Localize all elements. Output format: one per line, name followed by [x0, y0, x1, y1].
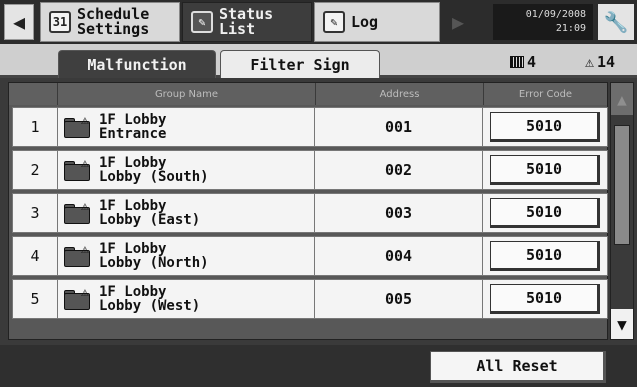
- log-icon: ✎: [323, 11, 345, 33]
- unit-grid-icon: [510, 56, 524, 68]
- error-code-button[interactable]: 5010: [490, 112, 600, 142]
- error-code-cell: 5010: [483, 108, 607, 146]
- scroll-up-icon[interactable]: ▲: [611, 83, 633, 115]
- tab-malfunction[interactable]: Malfunction: [58, 50, 216, 78]
- schedule-settings-label: Schedule Settings: [77, 5, 150, 38]
- table-row[interactable]: 3 ⚠ 1F Lobby Lobby (East) 003 5010: [12, 193, 608, 233]
- group-name-cell: ⚠ 1F Lobby Lobby (South): [58, 151, 315, 189]
- table-row[interactable]: 2 ⚠ 1F Lobby Lobby (South) 002 5010: [12, 150, 608, 190]
- group-folder-warning-icon: ⚠: [64, 285, 94, 311]
- group-name-cell: ⚠ 1F Lobby Lobby (East): [58, 194, 315, 232]
- log-label: Log: [351, 12, 379, 31]
- back-arrow-icon[interactable]: ◀: [4, 4, 34, 40]
- table-row[interactable]: 5 ⚠ 1F Lobby Lobby (West) 005 5010: [12, 279, 608, 319]
- row-number: 2: [13, 151, 58, 189]
- error-code-button[interactable]: 5010: [490, 284, 600, 314]
- table-row[interactable]: 1 ⚠ 1F Lobby Entrance 001 5010: [12, 107, 608, 147]
- forward-arrow-icon[interactable]: ▶: [443, 4, 473, 40]
- scroll-down-icon[interactable]: ▼: [611, 309, 633, 339]
- error-code-cell: 5010: [483, 151, 607, 189]
- scrollbar[interactable]: ▲ ▼: [610, 82, 634, 340]
- calendar-icon: 31: [49, 11, 71, 33]
- warning-count: ⚠ 14: [585, 53, 615, 71]
- all-reset-button[interactable]: All Reset: [430, 351, 606, 383]
- status-list-button[interactable]: ✎ Status List: [182, 2, 312, 42]
- group-folder-warning-icon: ⚠: [64, 242, 94, 268]
- header-error-code: Error Code: [518, 88, 573, 100]
- group-name-cell: ⚠ 1F Lobby Lobby (North): [58, 237, 315, 275]
- error-code-cell: 5010: [483, 194, 607, 232]
- malfunction-table: Group Name Address Error Code 1 ⚠ 1F Lob…: [8, 82, 608, 340]
- group-name: Lobby (North): [99, 255, 209, 271]
- error-code-button[interactable]: 5010: [490, 198, 600, 228]
- header-number: [9, 83, 58, 105]
- tab-row: Malfunction Filter Sign 4 ⚠ 14: [0, 44, 637, 78]
- header-address: Address: [316, 83, 484, 105]
- group-floor: 1F Lobby: [99, 241, 167, 257]
- unit-count: 4: [510, 53, 536, 71]
- group-floor: 1F Lobby: [99, 112, 167, 128]
- address-cell: 003: [315, 194, 483, 232]
- group-name: Lobby (South): [99, 169, 209, 185]
- group-folder-warning-icon: ⚠: [64, 113, 94, 139]
- row-number: 5: [13, 280, 58, 318]
- address-cell: 004: [315, 237, 483, 275]
- group-folder-warning-icon: ⚠: [64, 199, 94, 225]
- group-floor: 1F Lobby: [99, 284, 167, 300]
- group-name: Lobby (East): [99, 212, 201, 228]
- footer-bar: All Reset: [0, 345, 637, 387]
- header-group-name: Group Name: [58, 83, 316, 105]
- group-name: Lobby (West): [99, 298, 201, 314]
- error-code-button[interactable]: 5010: [490, 241, 600, 271]
- scroll-thumb[interactable]: [614, 125, 630, 245]
- error-code-button[interactable]: 5010: [490, 155, 600, 185]
- address-cell: 005: [315, 280, 483, 318]
- status-list-label: Status List: [219, 5, 274, 38]
- row-number: 3: [13, 194, 58, 232]
- table-header: Group Name Address Error Code: [9, 83, 607, 105]
- warning-count-value: 14: [597, 53, 616, 71]
- unit-count-value: 4: [527, 53, 537, 71]
- tab-filter-sign[interactable]: Filter Sign: [220, 50, 380, 78]
- log-button[interactable]: ✎ Log: [314, 2, 440, 42]
- error-code-cell: 5010: [483, 237, 607, 275]
- address-cell: 002: [315, 151, 483, 189]
- group-floor: 1F Lobby: [99, 155, 167, 171]
- schedule-settings-button[interactable]: 31 Schedule Settings: [40, 2, 180, 42]
- status-list-icon: ✎: [191, 11, 213, 33]
- group-name-cell: ⚠ 1F Lobby Lobby (West): [58, 280, 315, 318]
- warning-icon: ⚠: [585, 53, 595, 71]
- group-name-cell: ⚠ 1F Lobby Entrance: [58, 108, 315, 146]
- group-name: Entrance: [99, 126, 167, 142]
- top-nav-bar: ◀ 31 Schedule Settings ✎ Status List ✎ L…: [0, 0, 637, 44]
- row-number: 1: [13, 108, 58, 146]
- group-folder-warning-icon: ⚠: [64, 156, 94, 182]
- address-cell: 001: [315, 108, 483, 146]
- error-code-cell: 5010: [483, 280, 607, 318]
- datetime-display: 01/09/2008 21:09: [493, 4, 593, 40]
- row-number: 4: [13, 237, 58, 275]
- group-floor: 1F Lobby: [99, 198, 167, 214]
- table-row[interactable]: 4 ⚠ 1F Lobby Lobby (North) 004 5010: [12, 236, 608, 276]
- wrench-icon[interactable]: 🔧: [598, 4, 634, 40]
